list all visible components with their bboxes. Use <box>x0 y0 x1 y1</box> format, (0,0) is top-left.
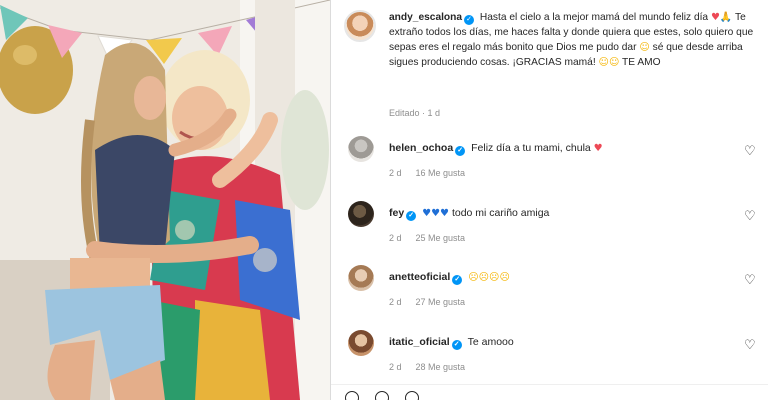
post-photo <box>0 0 330 400</box>
comment-meta: 2 d 25 Me gusta <box>389 233 465 243</box>
verified-badge-icon: ✓ <box>451 340 462 350</box>
comment-body: helen_ochoa ✓ Feliz día a tu mami, chula … <box>389 142 603 156</box>
panel-divider <box>330 0 331 400</box>
comment-username[interactable]: itatic_oficial <box>389 336 450 348</box>
praying-hands-emoji-icon: 🙏 <box>719 12 733 23</box>
comment-meta: 2 d 28 Me gusta <box>389 362 465 372</box>
commenter-avatar[interactable] <box>348 136 374 162</box>
commenter-avatar[interactable] <box>348 330 374 356</box>
comment-item: helen_ochoa ✓ Feliz día a tu mami, chula … <box>344 136 764 196</box>
red-heart-emoji-icon: ♥ <box>593 143 603 154</box>
heart-eyes-emoji-icon: ☺ <box>639 42 650 53</box>
author-avatar[interactable] <box>344 10 376 42</box>
comment-text: Feliz día a tu mami, chula <box>471 142 591 154</box>
comment-username[interactable]: fey <box>389 207 404 219</box>
commenter-avatar[interactable] <box>348 201 374 227</box>
caption-part-1: Hasta el cielo a la mejor mamá del mundo… <box>479 12 709 23</box>
comment-item: itatic_oficial ✓ Te amooo 2 d 28 Me gusta … <box>344 330 764 390</box>
share-icon[interactable] <box>405 391 419 400</box>
author-username[interactable]: andy_escalona <box>389 12 462 23</box>
smile-emoji-icon-2: ☺ <box>608 57 620 68</box>
like-heart-outline-icon[interactable]: ♡ <box>744 273 756 288</box>
comment-likes[interactable]: 27 Me gusta <box>416 297 466 307</box>
like-heart-outline-icon[interactable]: ♡ <box>744 338 756 353</box>
verified-badge-icon: ✓ <box>455 146 466 156</box>
comment-time: 2 d <box>389 233 402 243</box>
like-icon[interactable] <box>345 391 359 400</box>
verified-badge-icon: ✓ <box>452 275 463 285</box>
red-heart-emoji-icon: ♥ <box>710 12 720 23</box>
crying-face-emoji-icon: ☹☹☹☹ <box>468 272 510 283</box>
smile-emoji-icon: ☺ <box>598 57 609 68</box>
comment-username[interactable]: helen_ochoa <box>389 142 453 154</box>
comment-time: 2 d <box>389 362 402 372</box>
comment-username[interactable]: anetteoficial <box>389 271 450 283</box>
verified-badge-icon: ✓ <box>406 211 417 221</box>
comment-icon[interactable] <box>375 391 389 400</box>
blue-heart-emoji-icon: ♥♥♥ <box>422 208 450 219</box>
comment-body: anetteoficial ✓ ☹☹☹☹ <box>389 271 510 285</box>
commenter-avatar[interactable] <box>348 265 374 291</box>
verified-badge-icon: ✓ <box>464 15 475 25</box>
comment-likes[interactable]: 16 Me gusta <box>416 168 466 178</box>
comment-item: fey ✓ ♥♥♥ todo mi cariño amiga 2 d 25 Me g… <box>344 201 764 261</box>
caption-text: andy_escalona ✓ Hasta el cielo a la mejor… <box>389 10 759 70</box>
comment-meta: 2 d 27 Me gusta <box>389 297 465 307</box>
like-heart-outline-icon[interactable]: ♡ <box>744 144 756 159</box>
comment-item: anetteoficial ✓ ☹☹☹☹ 2 d 27 Me gusta ♡ <box>344 265 764 325</box>
comment-likes[interactable]: 28 Me gusta <box>416 362 466 372</box>
comment-meta: 2 d 16 Me gusta <box>389 168 465 178</box>
comment-body: itatic_oficial ✓ Te amooo <box>389 336 514 350</box>
comment-likes[interactable]: 25 Me gusta <box>416 233 466 243</box>
like-heart-outline-icon[interactable]: ♡ <box>744 209 756 224</box>
comment-body: fey ✓ ♥♥♥ todo mi cariño amiga <box>389 207 549 221</box>
comment-text: Te amooo <box>467 336 514 348</box>
photo-illustration <box>0 0 330 400</box>
action-bar <box>331 384 768 400</box>
comment-text: todo mi cariño amiga <box>451 207 550 219</box>
comment-time: 2 d <box>389 168 402 178</box>
caption-part-4: TE AMO <box>622 57 661 68</box>
edited-timestamp: Editado · 1 d <box>389 108 441 118</box>
comment-time: 2 d <box>389 297 402 307</box>
